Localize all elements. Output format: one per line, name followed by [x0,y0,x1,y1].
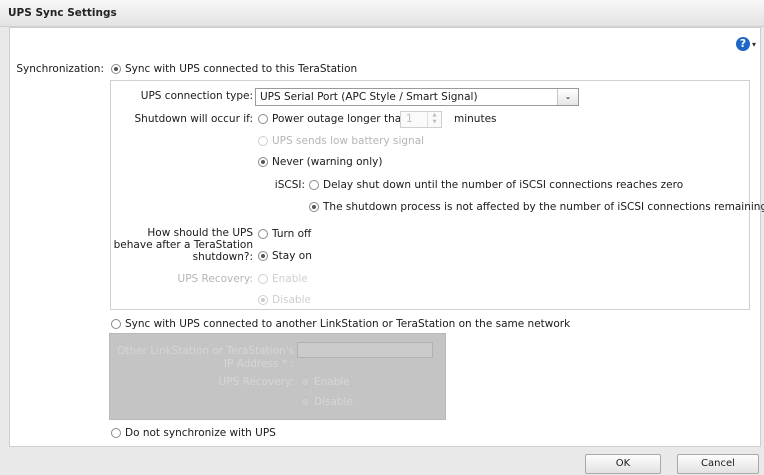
other-ip-label-line2: IP Address * : [223,358,294,370]
minutes-spinner[interactable]: 1 ▲ ▼ [400,111,442,128]
recovery-disable-radio[interactable] [258,295,268,305]
iscsi-label: iSCSI: [274,179,305,191]
stay-on-radio[interactable] [258,251,268,261]
iscsi-not-affected-radio[interactable] [309,202,319,212]
other-ip-label-line1: Other LinkStation or TeraStation's [117,345,294,357]
sync-this-label[interactable]: Sync with UPS connected to this TeraStat… [125,63,357,75]
never-label[interactable]: Never (warning only) [272,156,382,168]
other-recovery-disable-label: Disable [314,396,353,408]
low-battery-label: UPS sends low battery signal [272,135,425,147]
window-title: UPS Sync Settings [8,7,117,19]
other-recovery-enable-radio[interactable] [300,377,310,387]
sync-none-label[interactable]: Do not synchronize with UPS [125,427,276,439]
recovery-enable-label: Enable [272,273,308,285]
sync-other-label[interactable]: Sync with UPS connected to another LinkS… [125,318,570,330]
other-ip-input[interactable] [297,342,433,358]
other-recovery-enable-label: Enable [314,376,350,388]
shutdown-label: Shutdown will occur if: [134,113,254,125]
behave-label-line2: behave after a TeraStation [113,239,253,251]
sync-this-radio[interactable] [111,64,121,74]
help-menu-caret-icon[interactable]: ▾ [752,40,756,49]
connection-type-label: UPS connection type: [140,90,253,102]
connection-type-select[interactable]: UPS Serial Port (APC Style / Smart Signa… [255,88,579,106]
spinner-arrows-icon[interactable]: ▲ ▼ [427,112,441,127]
sync-other-radio[interactable] [111,319,121,329]
never-radio[interactable] [258,157,268,167]
synchronization-label: Synchronization: [16,63,104,75]
ups-recovery-label: UPS Recovery: [177,273,253,285]
iscsi-delay-radio[interactable] [309,180,319,190]
cancel-button[interactable]: Cancel [677,454,759,474]
iscsi-delay-label[interactable]: Delay shut down until the number of iSCS… [323,179,683,191]
other-recovery-label: UPS Recovery: [218,376,294,388]
stay-on-label[interactable]: Stay on [272,250,312,262]
recovery-disable-label: Disable [272,294,311,306]
recovery-enable-radio[interactable] [258,274,268,284]
connection-type-value: UPS Serial Port (APC Style / Smart Signa… [260,91,478,103]
behave-label-line3: shutdown?: [192,251,253,263]
other-recovery-disable-radio[interactable] [300,397,310,407]
help-icon[interactable]: ? [736,37,750,51]
power-outage-label[interactable]: Power outage longer than [272,113,408,125]
low-battery-radio[interactable] [258,136,268,146]
sync-none-radio[interactable] [111,428,121,438]
turn-off-radio[interactable] [258,229,268,239]
iscsi-not-affected-label[interactable]: The shutdown process is not affected by … [323,201,764,213]
chevron-down-icon[interactable]: ⌄ [557,89,578,105]
ok-button[interactable]: OK [585,454,661,474]
minutes-value: 1 [406,113,413,125]
behave-label-line1: How should the UPS [147,227,253,239]
minutes-label: minutes [454,113,497,125]
title-bar: UPS Sync Settings [0,0,764,27]
turn-off-label[interactable]: Turn off [272,228,311,240]
power-outage-radio[interactable] [258,114,268,124]
